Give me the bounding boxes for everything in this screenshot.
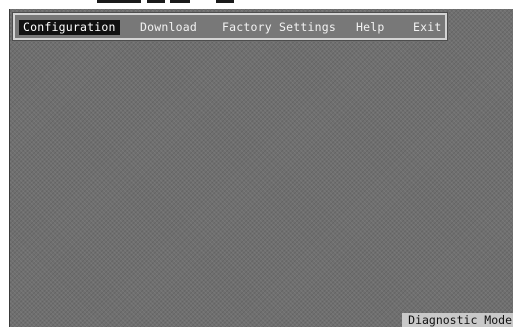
menu-download[interactable]: Download — [136, 20, 201, 35]
menu-factory-settings[interactable]: Factory Settings — [218, 20, 340, 35]
menu-help[interactable]: Help — [352, 20, 389, 35]
menu-exit[interactable]: Exit — [409, 20, 446, 35]
menu-configuration[interactable]: Configuration — [19, 20, 120, 35]
top-edge-mark — [170, 0, 190, 3]
status-mode-label: Diagnostic Mode — [402, 313, 513, 327]
main-menu-bar: Configuration Download Factory Settings … — [12, 12, 448, 41]
top-edge-mark — [147, 0, 165, 3]
top-edge-mark — [97, 0, 141, 3]
top-edge — [0, 0, 513, 9]
terminal-screen — [9, 9, 513, 327]
top-edge-mark — [216, 0, 234, 3]
